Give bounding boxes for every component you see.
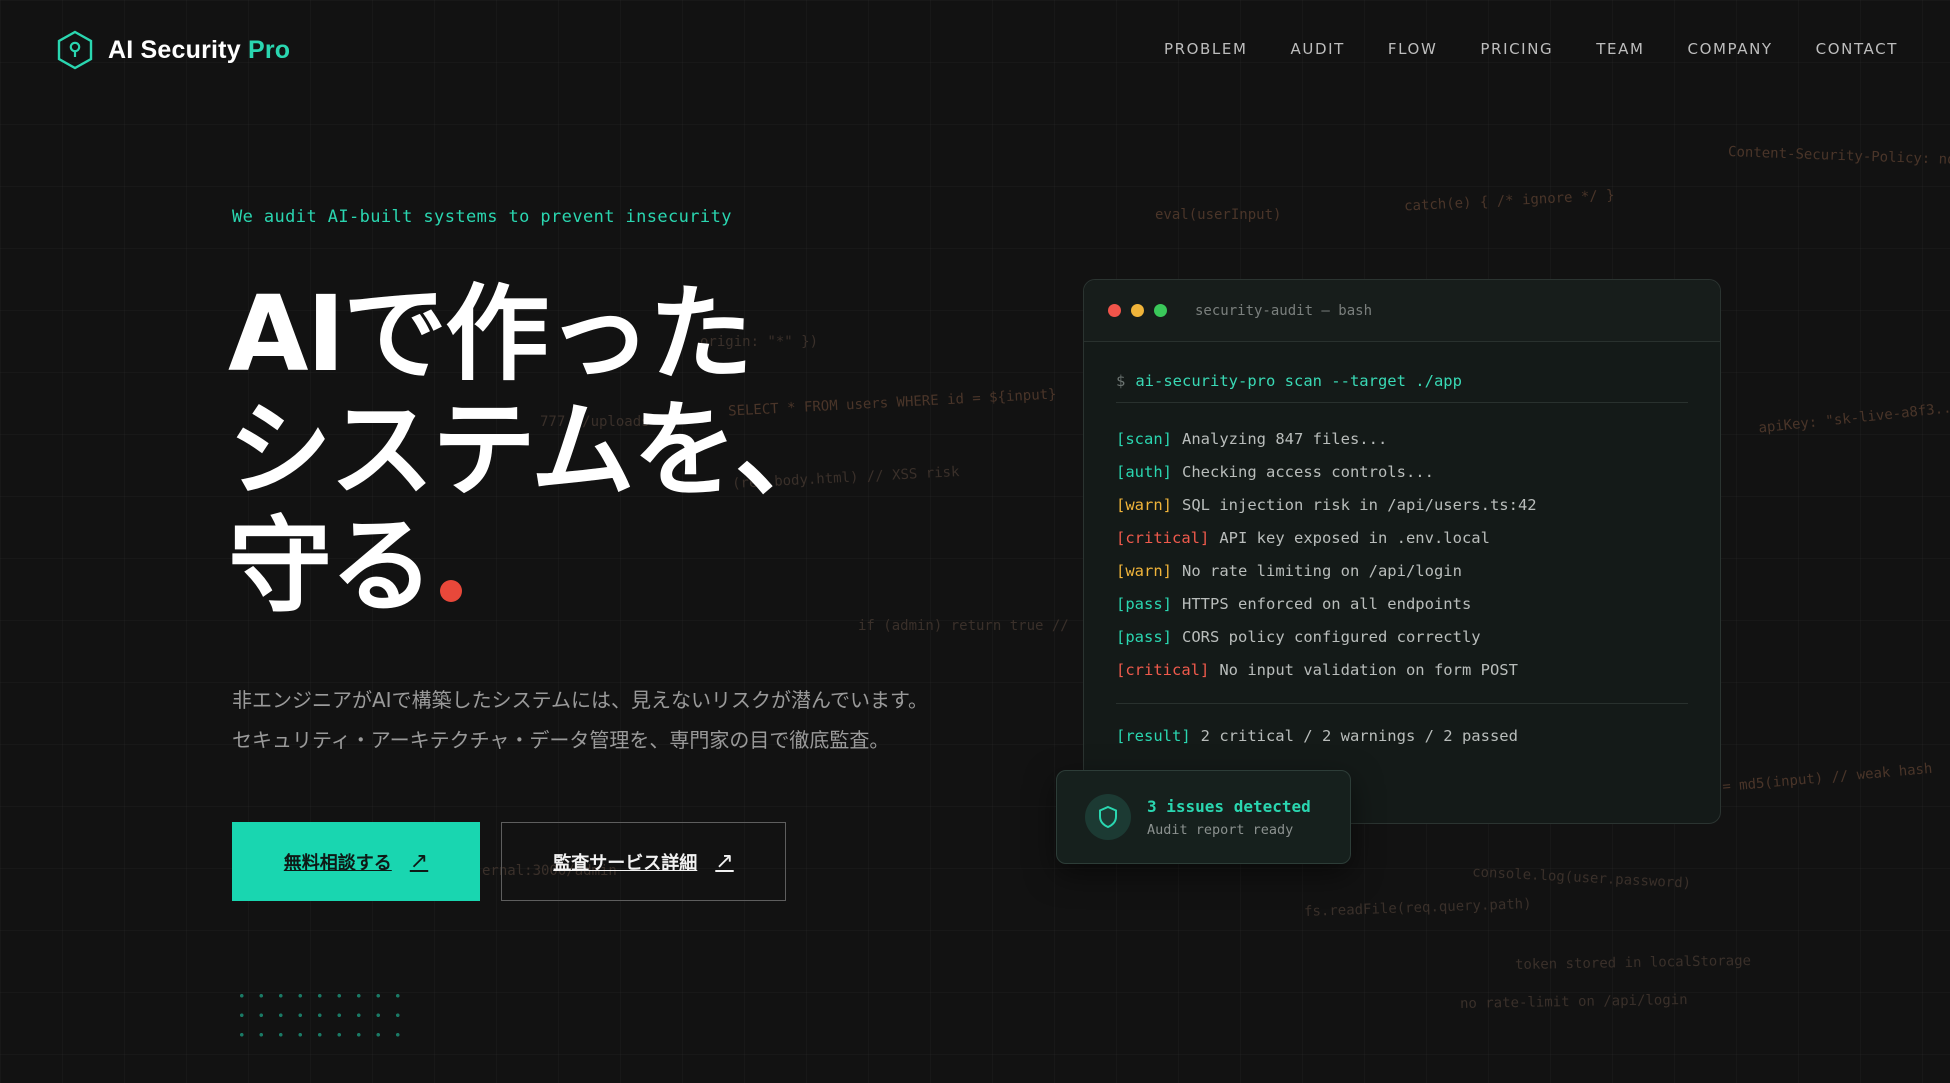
hero-description: 非エンジニアがAIで構築したシステムには、見えないリスクが潜んでいます。 セキュ…	[232, 680, 928, 760]
code-fragment-ratelimit: no rate-limit on /api/login	[1459, 992, 1688, 1012]
terminal-title-bar: security-audit — bash	[1084, 280, 1720, 342]
terminal-body: $ ai-security-pro scan --target ./app [sc…	[1084, 342, 1720, 753]
code-fragment-admin: if (admin) return true //	[858, 618, 1069, 634]
issues-title: 3 issues detected	[1147, 796, 1311, 816]
free-consultation-button[interactable]: 無料相談する ↗	[232, 822, 480, 901]
log-text: No rate limiting on /api/login	[1182, 562, 1462, 580]
window-maximize-dot	[1154, 304, 1167, 317]
log-text: HTTPS enforced on all endpoints	[1182, 595, 1472, 613]
brand-logo[interactable]: AI Security Pro	[56, 30, 290, 70]
free-consultation-label: 無料相談する	[283, 852, 392, 874]
code-fragment-apikey: apiKey: "sk-live-a8f3...	[1757, 399, 1950, 437]
log-line: [critical] No input validation on form PO…	[1116, 654, 1688, 687]
nav-flow[interactable]: FLOW	[1388, 40, 1438, 58]
terminal-window: security-audit — bash $ ai-security-pro s…	[1083, 279, 1721, 824]
nav-contact[interactable]: CONTACT	[1816, 40, 1898, 58]
headline-line-1: AIで作った	[228, 273, 753, 395]
terminal-prompt: $	[1116, 372, 1126, 390]
dot-grid-decoration	[232, 986, 412, 1046]
brand-name: AI Security Pro	[108, 35, 291, 64]
log-text: API key exposed in .env.local	[1219, 529, 1490, 547]
log-tag: [warn]	[1116, 562, 1172, 580]
description-line-1: 非エンジニアがAIで構築したシステムには、見えないリスクが潜んでいます。	[232, 688, 928, 712]
nav-pricing[interactable]: PRICING	[1480, 40, 1553, 58]
result-line: [result] 2 critical / 2 warnings / 2 pass…	[1116, 703, 1688, 753]
code-fragment-catch: catch(e) { /* ignore */ }	[1403, 187, 1615, 215]
arrow-up-right-icon: ↗	[715, 849, 734, 874]
nav-audit[interactable]: AUDIT	[1291, 40, 1345, 58]
nav-problem[interactable]: PROBLEM	[1164, 40, 1248, 58]
log-line: [pass] CORS policy configured correctly	[1116, 621, 1688, 654]
terminal-command-text: ai-security-pro scan --target ./app	[1135, 372, 1462, 390]
issues-detected-card: 3 issues detected Audit report ready	[1056, 770, 1351, 864]
code-fragment-token: token stored in localStorage	[1514, 952, 1752, 974]
issues-subtitle: Audit report ready	[1147, 821, 1294, 838]
result-text: 2 critical / 2 warnings / 2 passed	[1200, 727, 1518, 745]
terminal-title: security-audit — bash	[1195, 302, 1373, 319]
accent-dot	[440, 580, 463, 602]
log-text: Analyzing 847 files...	[1182, 430, 1388, 448]
audit-service-details-button[interactable]: 監査サービス詳細 ↗	[501, 822, 786, 901]
log-tag: [critical]	[1116, 661, 1210, 679]
log-text: SQL injection risk in /api/users.ts:42	[1182, 496, 1537, 514]
hero-headline: AIで作った システムを、 守る	[228, 276, 868, 624]
terminal-command: $ ai-security-pro scan --target ./app	[1116, 372, 1688, 403]
audit-service-details-label: 監査サービス詳細	[553, 852, 698, 874]
headline-line-3-text: 守る	[228, 505, 434, 627]
headline-line-3: 守る	[228, 508, 868, 624]
main-nav: PROBLEM AUDIT FLOW PRICING TEAM COMPANY …	[1164, 40, 1898, 58]
log-tag: [scan]	[1116, 430, 1172, 448]
log-tag: [pass]	[1116, 628, 1172, 646]
log-text: Checking access controls...	[1182, 463, 1434, 481]
log-tag: [pass]	[1116, 595, 1172, 613]
code-fragment-md5: = md5(input) // weak hash	[1721, 760, 1934, 796]
code-fragment-eval: eval(userInput)	[1155, 207, 1282, 223]
nav-team[interactable]: TEAM	[1596, 40, 1644, 58]
brand-suffix: Pro	[247, 35, 291, 64]
issues-text: 3 issues detected Audit report ready	[1147, 797, 1311, 838]
code-fragment-csp: Content-Security-Policy: no	[1727, 144, 1950, 168]
log-line: [warn] No rate limiting on /api/login	[1116, 555, 1688, 588]
log-text: No input validation on form POST	[1219, 661, 1518, 679]
shield-lock-icon	[57, 30, 93, 70]
result-tag: [result]	[1116, 727, 1191, 745]
code-fragment-console: console.log(user.password)	[1471, 864, 1692, 892]
headline-line-2: システムを、	[228, 389, 839, 511]
arrow-up-right-icon: ↗	[409, 849, 429, 874]
log-line: [auth] Checking access controls...	[1116, 456, 1688, 489]
log-line: [scan] Analyzing 847 files...	[1116, 423, 1688, 456]
log-line: [pass] HTTPS enforced on all endpoints	[1116, 588, 1688, 621]
code-fragment-readfile: fs.readFile(req.query.path)	[1303, 896, 1532, 920]
log-tag: [warn]	[1116, 496, 1172, 514]
log-text: CORS policy configured correctly	[1182, 628, 1481, 646]
shield-icon-badge	[1085, 794, 1131, 840]
nav-company[interactable]: COMPANY	[1688, 40, 1773, 58]
log-line: [warn] SQL injection risk in /api/users.t…	[1116, 489, 1688, 522]
log-line: [critical] API key exposed in .env.local	[1116, 522, 1688, 555]
description-line-2: セキュリティ・アーキテクチャ・データ管理を、専門家の目で徹底監査。	[232, 728, 890, 752]
log-tag: [critical]	[1116, 529, 1210, 547]
log-tag: [auth]	[1116, 463, 1172, 481]
shield-icon	[1099, 805, 1117, 829]
hero-tagline: We audit AI-built systems to prevent ins…	[232, 207, 732, 227]
window-minimize-dot	[1131, 304, 1144, 317]
window-close-dot	[1108, 304, 1121, 317]
